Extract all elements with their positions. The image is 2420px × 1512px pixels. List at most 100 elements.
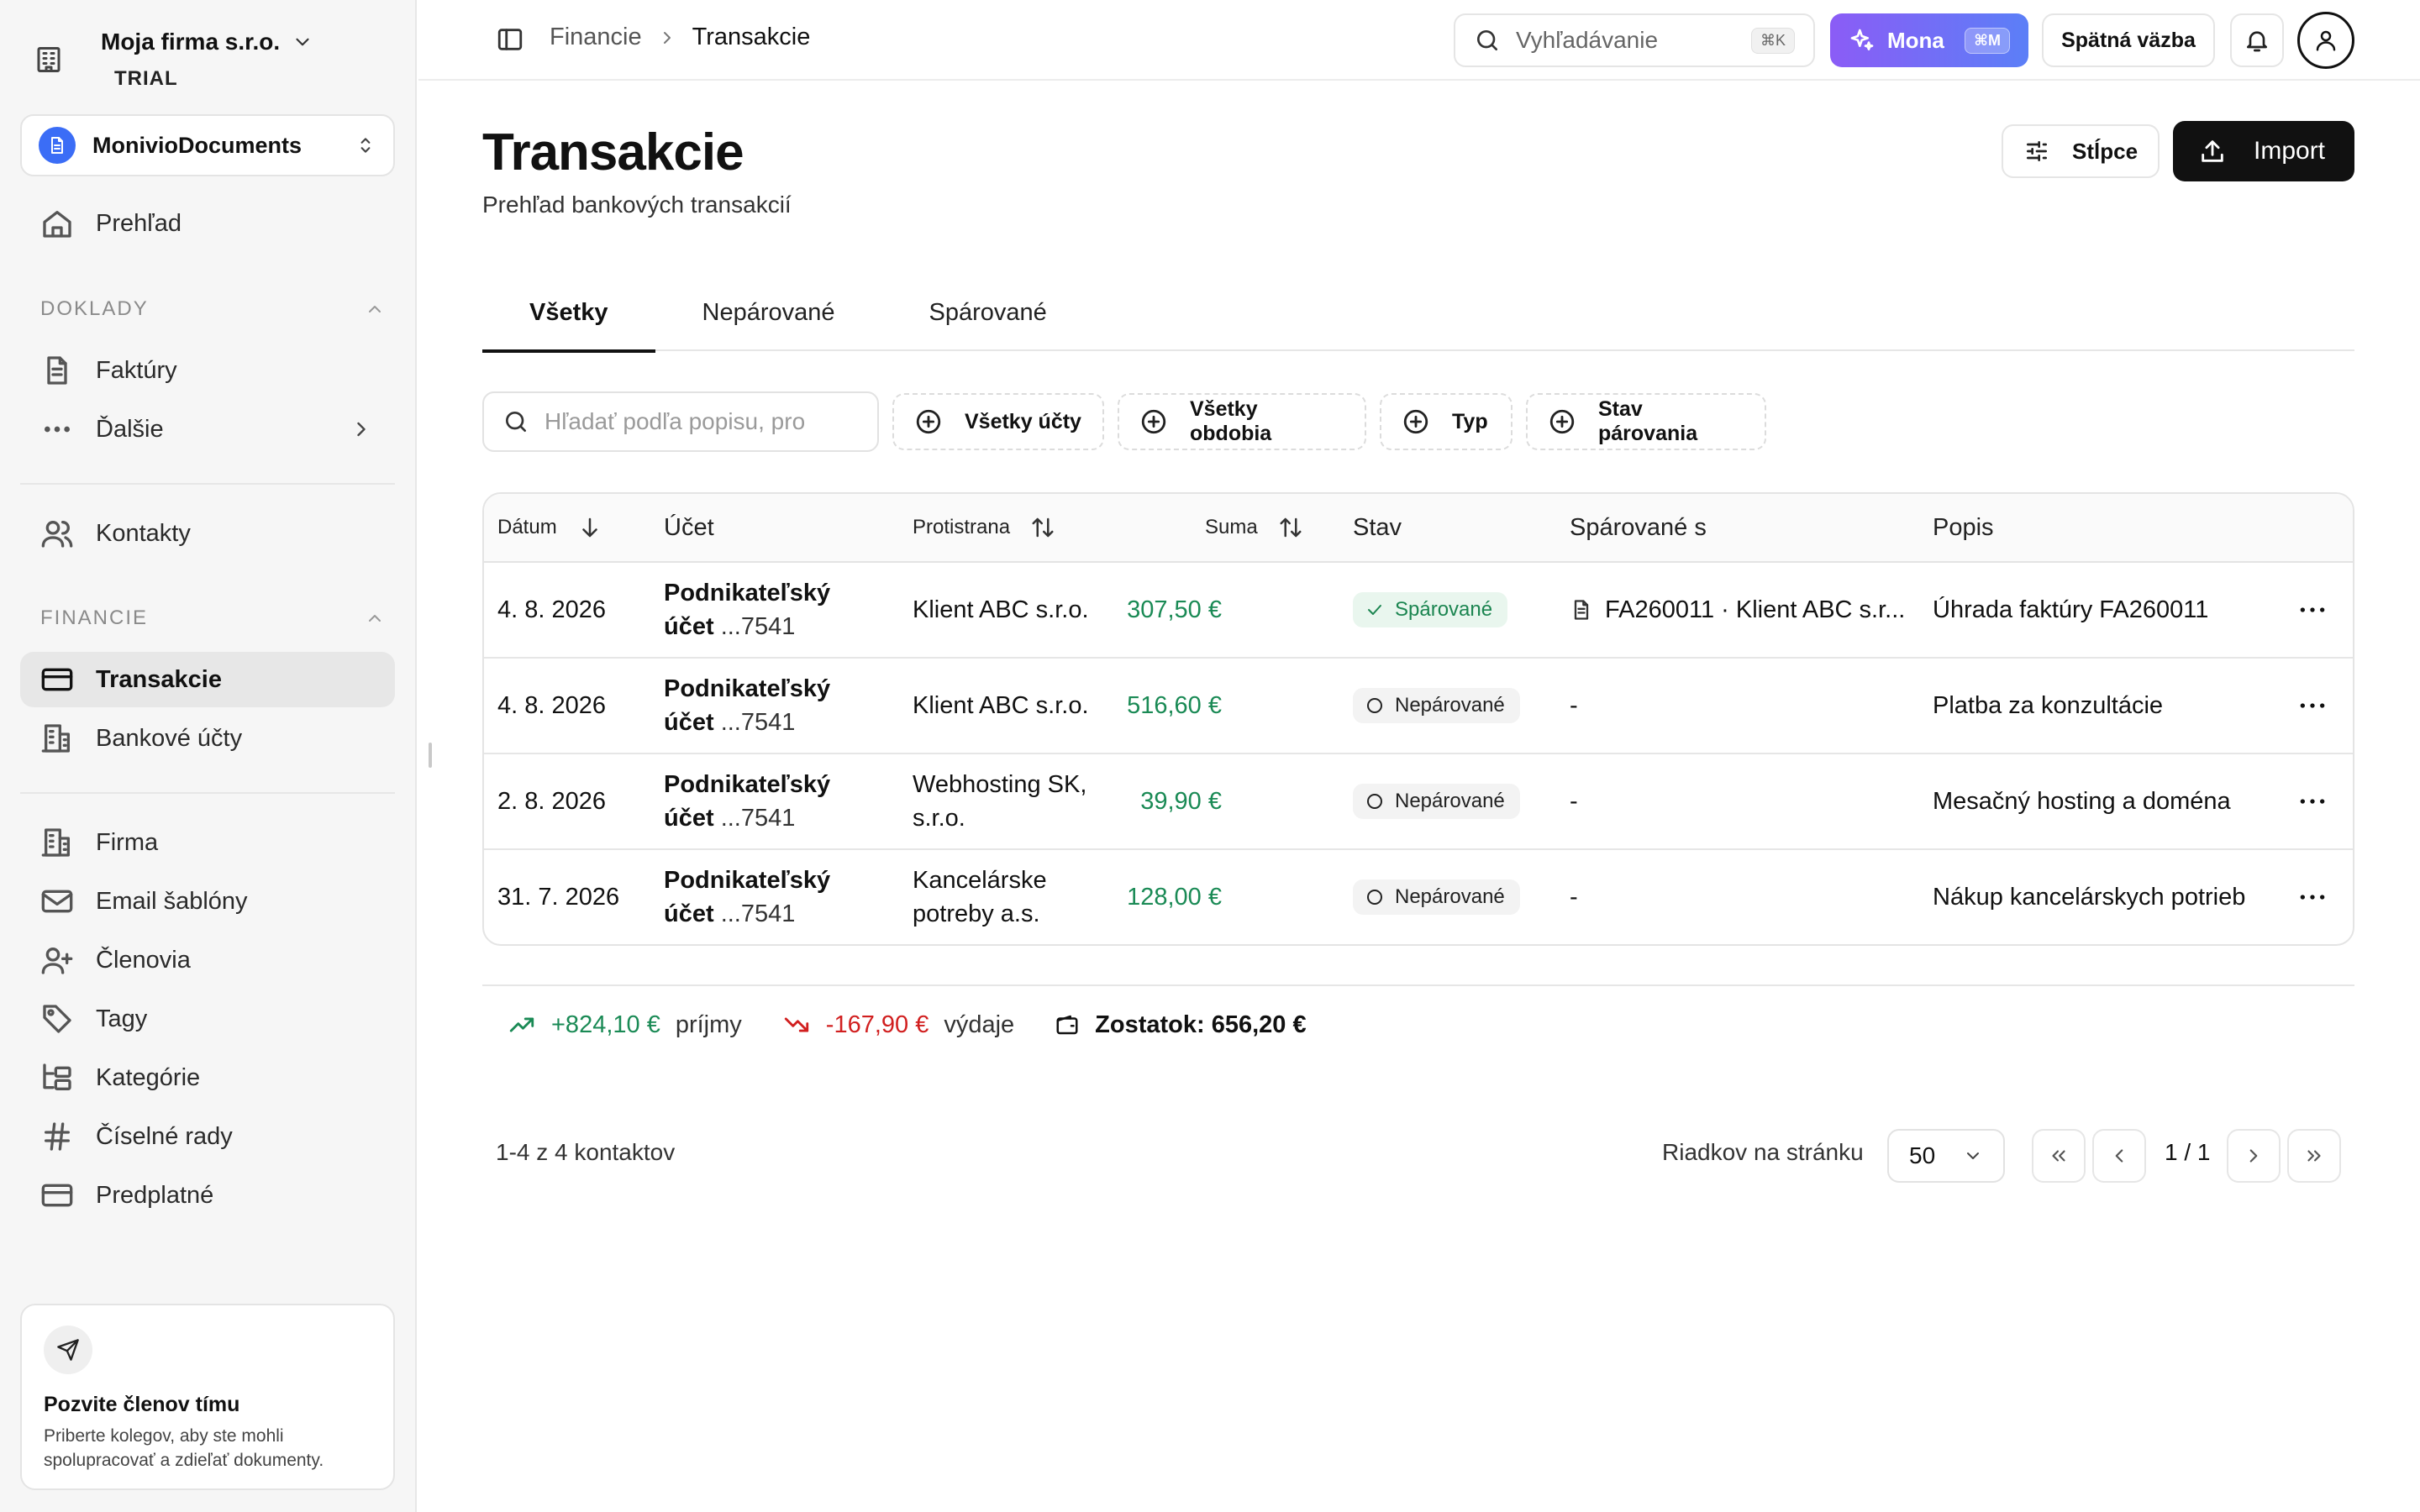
section-finance[interactable]: FINANCIE (40, 606, 385, 630)
account-name: Podnikateľský (664, 771, 831, 798)
sidebar-item-tags[interactable]: Tagy (20, 991, 395, 1047)
sidebar-item-transactions[interactable]: Transakcie (20, 652, 395, 707)
credit-card-icon (40, 1179, 74, 1212)
cell-account: Podnikateľský účet ...7541 (664, 659, 830, 753)
cell-matched: - (1570, 691, 1578, 719)
col-date[interactable]: Dátum (497, 494, 602, 561)
breadcrumb: Financie Transakcie (550, 24, 810, 51)
cell-description: Mesačný hosting a doména (1933, 787, 2231, 815)
company-switcher[interactable]: Moja firma s.r.o. TRIAL (34, 20, 387, 99)
transactions-table: Dátum Účet Protistrana Suma Stav Spárova… (482, 492, 2354, 946)
cell-description: Nákup kancelárskych potrieb (1933, 883, 2246, 911)
col-counterparty[interactable]: Protistrana (913, 494, 1055, 561)
sort-icon (1278, 515, 1303, 540)
topbar: Financie Transakcie Vyhľadávanie ⌘K Mona… (418, 0, 2420, 81)
cell-matched[interactable]: FA260011 · Klient ABC s.r... (1570, 563, 1905, 657)
import-button[interactable]: Import (2173, 121, 2354, 181)
mona-shortcut: ⌘M (1965, 27, 2010, 54)
status-badge: Spárované (1353, 592, 1508, 627)
notifications-button[interactable] (2230, 13, 2284, 67)
sidebar-item-overview[interactable]: Prehľad (20, 196, 395, 251)
rows-per-page-label: Riadkov na stránku (1662, 1139, 1864, 1165)
col-account: Účet (664, 513, 714, 541)
matched-label: FA260011 · Klient ABC s.r... (1605, 596, 1906, 623)
sidebar-toggle-icon[interactable] (496, 25, 524, 54)
tag-icon (40, 1002, 74, 1036)
sidebar-item-categories[interactable]: Kategórie (20, 1050, 395, 1105)
cell-description: Platba za konzultácie (1933, 691, 2164, 719)
col-amount[interactable]: Suma (1205, 494, 1303, 561)
sidebar-resize-handle[interactable] (429, 743, 432, 768)
page-title: Transakcie (482, 123, 744, 181)
trending-down-icon (782, 1011, 811, 1039)
row-actions[interactable] (2296, 754, 2329, 848)
row-actions[interactable] (2296, 659, 2329, 753)
chevrons-left-icon (2048, 1145, 2070, 1167)
tab-unpaired[interactable]: Nepárované (655, 274, 882, 351)
cell-date: 31. 7. 2026 (497, 883, 620, 911)
sidebar-item-members[interactable]: Členovia (20, 932, 395, 988)
cell-date: 2. 8. 2026 (497, 787, 606, 815)
filter-type-label: Typ (1452, 409, 1488, 433)
sidebar-item-invoices[interactable]: Faktúry (20, 343, 395, 398)
feedback-button[interactable]: Spätná väzba (2042, 13, 2215, 67)
chevron-up-down-icon (355, 134, 376, 156)
table-row[interactable]: 4. 8. 2026 Podnikateľský účet ...7541 Kl… (484, 659, 2353, 754)
col-status: Stav (1353, 513, 1402, 541)
filter-pairing-status[interactable]: Stav párovania (1526, 393, 1766, 450)
table-row[interactable]: 31. 7. 2026 Podnikateľský účet ...7541 K… (484, 850, 2353, 944)
sidebar-item-bank-accounts[interactable]: Bankové účty (20, 711, 395, 766)
prev-page-button[interactable] (2092, 1129, 2146, 1183)
transaction-search-input[interactable] (544, 408, 859, 435)
tab-paired[interactable]: Spárované (882, 274, 1094, 351)
row-actions[interactable] (2296, 563, 2329, 657)
table-row[interactable]: 4. 8. 2026 Podnikateľský účet ...7541 Kl… (484, 563, 2353, 659)
rows-per-page-select[interactable]: 50 (1887, 1129, 2005, 1183)
first-page-button[interactable] (2032, 1129, 2086, 1183)
search-icon (1474, 27, 1501, 54)
global-search[interactable]: Vyhľadávanie ⌘K (1454, 13, 1815, 67)
invite-card[interactable]: Pozvite členov tímu Priberte kolegov, ab… (20, 1304, 395, 1490)
bell-icon (2244, 27, 2270, 54)
transaction-search[interactable] (482, 391, 879, 452)
bank-building-icon (40, 722, 74, 755)
table-row[interactable]: 2. 8. 2026 Podnikateľský účet ...7541 We… (484, 754, 2353, 850)
sidebar-item-label: Bankové účty (96, 724, 243, 752)
account-name: Podnikateľský (664, 580, 831, 606)
sidebar-item-number-series[interactable]: Číselné rady (20, 1109, 395, 1164)
sidebar-item-email-templates[interactable]: Email šablóny (20, 874, 395, 929)
filter-periods[interactable]: Všetky obdobia (1118, 393, 1366, 450)
sidebar-item-more[interactable]: Ďalšie (20, 402, 395, 457)
cell-matched: - (1570, 787, 1578, 815)
mona-ai-button[interactable]: Mona ⌘M (1830, 13, 2028, 67)
sidebar-item-company[interactable]: Firma (20, 815, 395, 870)
sidebar-item-subscription[interactable]: Predplatné (20, 1168, 395, 1223)
sidebar-item-label: Firma (96, 828, 159, 856)
avatar[interactable] (2297, 12, 2354, 69)
wallet-icon (1055, 1012, 1080, 1037)
file-text-icon (1570, 598, 1593, 622)
building-icon (40, 826, 74, 859)
col-amount-label: Suma (1205, 516, 1258, 538)
more-horizontal-icon (2296, 689, 2329, 722)
status-badge: Nepárované (1353, 879, 1520, 915)
sidebar-item-contacts[interactable]: Kontakty (20, 506, 395, 561)
workspace-switcher[interactable]: MonivioDocuments (20, 114, 395, 176)
chevron-down-icon (292, 31, 313, 53)
breadcrumb-financie[interactable]: Financie (550, 24, 642, 51)
account-word: účet (664, 900, 714, 927)
row-actions[interactable] (2296, 850, 2329, 944)
filter-type[interactable]: Typ (1380, 393, 1512, 450)
section-docs[interactable]: DOKLADY (40, 297, 385, 321)
filter-accounts[interactable]: Všetky účty (892, 393, 1104, 450)
hash-icon (40, 1120, 74, 1153)
plus-circle-icon (914, 407, 943, 436)
invite-title: Pozvite členov tímu (44, 1393, 240, 1416)
user-plus-icon (40, 943, 74, 977)
col-description: Popis (1933, 513, 1994, 541)
columns-button[interactable]: Stĺpce (2002, 124, 2160, 178)
account-word: účet (664, 805, 714, 832)
next-page-button[interactable] (2227, 1129, 2281, 1183)
last-page-button[interactable] (2287, 1129, 2341, 1183)
tab-all[interactable]: Všetky (482, 274, 655, 353)
